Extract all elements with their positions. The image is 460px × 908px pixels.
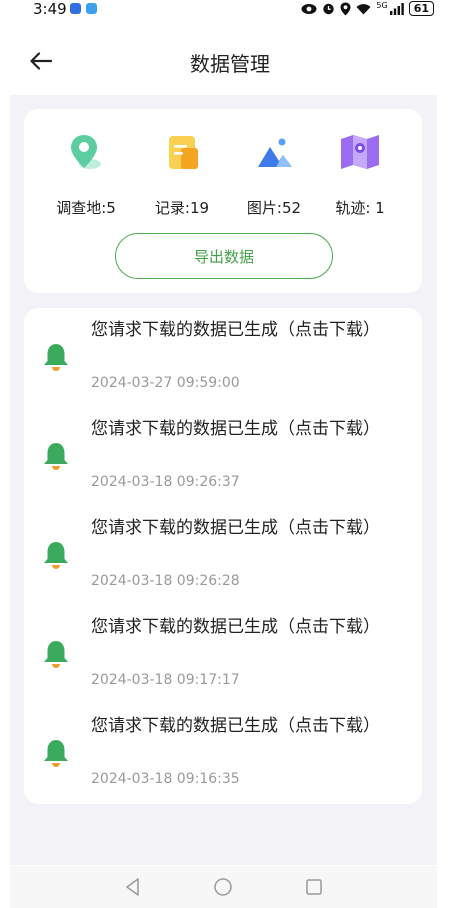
location-status-icon — [340, 2, 351, 15]
export-data-button[interactable]: 导出数据 — [115, 233, 333, 279]
message-title: 您请求下载的数据已生成（点击下载） — [91, 320, 380, 340]
stat-images-label: 图片:52 — [246, 199, 302, 217]
document-icon — [169, 136, 198, 169]
back-triangle-icon[interactable] — [122, 876, 144, 898]
network-type: 5G — [376, 1, 388, 10]
bell-icon — [44, 740, 68, 767]
message-time: 2024-03-27 09:59:00 — [91, 375, 240, 391]
signal-icon — [389, 2, 404, 15]
status-bar: 3:49 5G 61 — [0, 0, 460, 22]
list-item[interactable]: 您请求下载的数据已生成（点击下载） 2024-03-18 09:17:17 — [24, 605, 422, 697]
message-title: 您请求下载的数据已生成（点击下载） — [91, 419, 380, 439]
list-item[interactable]: 您请求下载的数据已生成（点击下载） 2024-03-18 09:16:35 — [24, 704, 422, 796]
eye-icon — [301, 3, 317, 14]
stat-images[interactable]: 图片:52 — [229, 131, 319, 218]
bell-icon — [44, 542, 68, 569]
app-notification-icon-2 — [86, 3, 97, 14]
stat-records-label: 记录:19 — [154, 199, 210, 217]
message-time: 2024-03-18 09:17:17 — [91, 672, 240, 688]
bell-icon — [44, 443, 68, 470]
alarm-icon — [323, 3, 335, 15]
wifi-icon — [356, 3, 371, 14]
stat-tracks-label: 轨迹: 1 — [335, 199, 385, 217]
message-time: 2024-03-18 09:16:35 — [91, 771, 240, 787]
location-pin-icon — [71, 135, 101, 169]
message-title: 您请求下载的数据已生成（点击下载） — [91, 716, 380, 736]
list-item[interactable]: 您请求下载的数据已生成（点击下载） 2024-03-18 09:26:37 — [24, 407, 422, 499]
system-navigation-bar — [10, 866, 437, 908]
page-title: 数据管理 — [190, 52, 270, 76]
stats-card: 调查地:5 记录:19 图片:52 轨迹: 1 导出数据 — [24, 109, 422, 293]
bell-icon — [44, 344, 68, 371]
message-time: 2024-03-18 09:26:28 — [91, 573, 240, 589]
map-icon — [341, 135, 379, 169]
content-area: 调查地:5 记录:19 图片:52 轨迹: 1 导出数据 您请求下载的数据已生成… — [10, 95, 437, 865]
message-time: 2024-03-18 09:26:37 — [91, 474, 240, 490]
image-icon — [258, 138, 292, 167]
recents-square-icon[interactable] — [303, 876, 325, 898]
list-item[interactable]: 您请求下载的数据已生成（点击下载） 2024-03-27 09:59:00 — [24, 308, 422, 400]
app-notification-icon — [70, 3, 81, 14]
stat-survey-sites[interactable]: 调查地:5 — [41, 131, 131, 218]
battery-indicator: 61 — [408, 1, 434, 16]
status-icons: 5G 61 — [301, 1, 434, 16]
home-circle-icon[interactable] — [212, 876, 234, 898]
bell-icon — [44, 641, 68, 668]
stat-tracks[interactable]: 轨迹: 1 — [315, 131, 405, 218]
stat-records[interactable]: 记录:19 — [137, 131, 227, 218]
message-title: 您请求下载的数据已生成（点击下载） — [91, 617, 380, 637]
messages-card: 您请求下载的数据已生成（点击下载） 2024-03-27 09:59:00 您请… — [24, 308, 422, 804]
stat-survey-sites-label: 调查地:5 — [56, 199, 116, 217]
message-title: 您请求下载的数据已生成（点击下载） — [91, 518, 380, 538]
status-time: 3:49 — [33, 0, 67, 18]
app-header: 数据管理 — [0, 30, 460, 92]
list-item[interactable]: 您请求下载的数据已生成（点击下载） 2024-03-18 09:26:28 — [24, 506, 422, 598]
